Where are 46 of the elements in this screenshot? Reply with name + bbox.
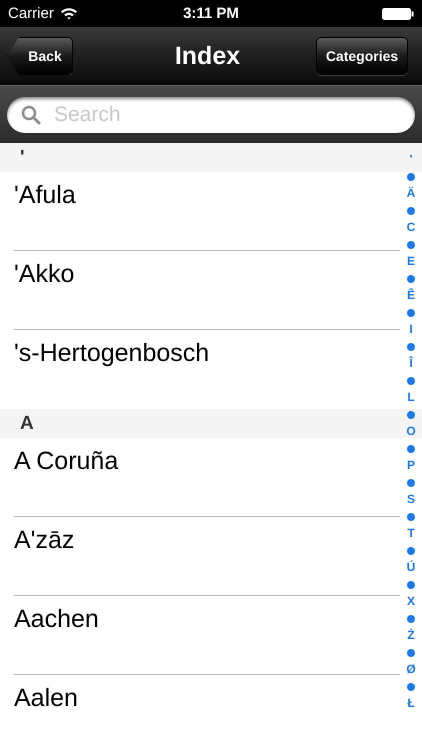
- list-item[interactable]: A'zāz: [14, 526, 74, 554]
- index-dot-icon[interactable]: [407, 444, 415, 452]
- index-letter[interactable]: O: [406, 423, 416, 440]
- index-letter[interactable]: Ê: [406, 287, 415, 304]
- index-letter[interactable]: L: [407, 389, 415, 406]
- index-letter[interactable]: Ú: [406, 559, 416, 576]
- categories-button[interactable]: Categories: [316, 37, 408, 75]
- index-letter[interactable]: C: [406, 219, 416, 236]
- list-item[interactable]: Aachen: [14, 605, 99, 633]
- battery-icon: [382, 8, 414, 20]
- index-letter[interactable]: S: [406, 491, 415, 508]
- wifi-icon: [60, 7, 78, 20]
- index-letter[interactable]: I: [409, 321, 413, 338]
- index-dot-icon[interactable]: [407, 478, 415, 486]
- index-dot-icon[interactable]: [407, 682, 415, 690]
- index-dot-icon[interactable]: [407, 648, 415, 656]
- carrier-name: Carrier: [8, 5, 54, 22]
- index-letter[interactable]: E: [406, 253, 415, 270]
- list-item[interactable]: A Coruña: [14, 447, 118, 475]
- index-dot-icon[interactable]: [407, 172, 415, 180]
- nav-title: Index: [174, 42, 240, 70]
- list-item[interactable]: 's-Hertogenbosch: [14, 339, 210, 367]
- index-dot-icon[interactable]: [407, 308, 415, 316]
- list-item[interactable]: Aalen: [14, 684, 78, 712]
- index-dot-icon[interactable]: [407, 512, 415, 520]
- index-dot-icon[interactable]: [407, 206, 415, 214]
- index-dot-icon[interactable]: [407, 614, 415, 622]
- search-field[interactable]: Search: [7, 96, 415, 132]
- clock-time: 3:11 PM: [183, 5, 239, 22]
- index-letter[interactable]: Ä: [406, 185, 416, 202]
- index-letter[interactable]: T: [407, 525, 415, 542]
- index-letter[interactable]: Î: [409, 355, 413, 372]
- index-dot-icon[interactable]: [407, 274, 415, 282]
- back-button[interactable]: Back: [7, 37, 73, 75]
- index-letter[interactable]: Ø: [406, 661, 416, 678]
- index-letter[interactable]: Ż: [407, 627, 415, 644]
- index-letter[interactable]: X: [406, 593, 415, 610]
- index-dot-icon[interactable]: [407, 342, 415, 350]
- index-letter[interactable]: P: [406, 457, 415, 474]
- index-dot-icon[interactable]: [407, 546, 415, 554]
- index-dot-icon[interactable]: [407, 376, 415, 384]
- list-item[interactable]: 'Akko: [14, 260, 74, 288]
- list-item[interactable]: 'Afula: [14, 181, 76, 209]
- index-dot-icon[interactable]: [407, 240, 415, 248]
- index-letter[interactable]: Ł: [407, 695, 415, 712]
- index-dot-icon[interactable]: [407, 580, 415, 588]
